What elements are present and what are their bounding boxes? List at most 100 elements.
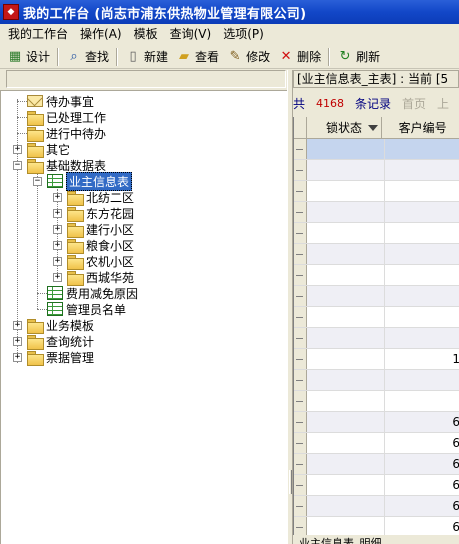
tree-item-ticket-mgmt[interactable]: 票据管理 — [27, 349, 94, 366]
cell-lock-status[interactable] — [307, 391, 385, 411]
find-button[interactable]: ⌕ 查找 — [62, 46, 113, 68]
cell-customer-id[interactable]: 6 — [385, 475, 459, 495]
detail-tab[interactable]: 业主信息表_明细 — [293, 535, 459, 544]
row-indicator[interactable] — [294, 391, 307, 411]
cell-customer-id[interactable]: 1 — [385, 349, 459, 369]
row-indicator[interactable] — [294, 496, 307, 516]
cell-customer-id[interactable] — [385, 202, 459, 222]
row-indicator[interactable] — [294, 307, 307, 327]
splitter-grip[interactable] — [289, 470, 292, 494]
tree-item-district[interactable]: 北纺二区 — [67, 189, 134, 206]
expand-toggle[interactable]: + — [53, 209, 62, 218]
edit-button[interactable]: ✎ 修改 — [223, 46, 274, 68]
table-row[interactable] — [294, 328, 459, 349]
row-indicator[interactable] — [294, 328, 307, 348]
cell-lock-status[interactable] — [307, 244, 385, 264]
dropdown-arrow-icon[interactable] — [368, 125, 379, 131]
cell-customer-id[interactable] — [385, 265, 459, 285]
cell-lock-status[interactable] — [307, 139, 385, 159]
table-row[interactable] — [294, 265, 459, 286]
tree-item-admin-list[interactable]: 管理员名单 — [47, 301, 126, 317]
row-indicator[interactable] — [294, 265, 307, 285]
cell-lock-status[interactable] — [307, 181, 385, 201]
tree-item-fee-reason[interactable]: 费用减免原因 — [47, 285, 138, 301]
prev-page-link[interactable]: 上 — [437, 95, 449, 112]
cell-lock-status[interactable] — [307, 349, 385, 369]
tree-item-district[interactable]: 西城华苑 — [67, 269, 134, 286]
cell-lock-status[interactable] — [307, 307, 385, 327]
tree-item-processed[interactable]: 已处理工作 — [27, 109, 106, 126]
table-row[interactable] — [294, 181, 459, 202]
cell-customer-id[interactable] — [385, 160, 459, 180]
first-page-link[interactable]: 首页 — [402, 95, 426, 112]
cell-customer-id[interactable] — [385, 286, 459, 306]
column-header-customer-id[interactable]: 客户编号 — [382, 117, 459, 139]
cell-lock-status[interactable] — [307, 433, 385, 453]
cell-customer-id[interactable] — [385, 307, 459, 327]
table-row[interactable]: 6 — [294, 433, 459, 454]
tree-item-in-progress[interactable]: 进行中待办 — [27, 125, 106, 142]
table-row[interactable]: 6 — [294, 412, 459, 433]
cell-customer-id[interactable]: 6 — [385, 517, 459, 535]
cell-lock-status[interactable] — [307, 412, 385, 432]
expand-toggle[interactable]: + — [53, 241, 62, 250]
expand-toggle[interactable]: + — [13, 353, 22, 362]
row-indicator[interactable] — [294, 454, 307, 474]
table-row[interactable] — [294, 286, 459, 307]
tree-item-district[interactable]: 粮食小区 — [67, 237, 134, 254]
row-indicator[interactable] — [294, 181, 307, 201]
cell-lock-status[interactable] — [307, 496, 385, 516]
cell-customer-id[interactable] — [385, 181, 459, 201]
row-indicator[interactable] — [294, 202, 307, 222]
expand-toggle[interactable]: + — [53, 193, 62, 202]
tree-item-business-template[interactable]: 业务模板 — [27, 317, 94, 334]
table-row[interactable]: 1 — [294, 349, 459, 370]
table-row[interactable] — [294, 202, 459, 223]
view-button[interactable]: ▰ 查看 — [172, 46, 223, 68]
cell-customer-id[interactable]: 6 — [385, 433, 459, 453]
cell-customer-id[interactable] — [385, 391, 459, 411]
row-indicator[interactable] — [294, 223, 307, 243]
refresh-button[interactable]: ↻ 刷新 — [333, 46, 384, 68]
row-indicator[interactable] — [294, 475, 307, 495]
table-row[interactable]: 6 — [294, 454, 459, 475]
row-indicator[interactable] — [294, 349, 307, 369]
table-row[interactable]: 6 — [294, 475, 459, 496]
table-row[interactable] — [294, 244, 459, 265]
row-indicator[interactable] — [294, 412, 307, 432]
table-row[interactable] — [294, 370, 459, 391]
cell-customer-id[interactable]: 6 — [385, 454, 459, 474]
cell-customer-id[interactable] — [385, 328, 459, 348]
row-indicator[interactable] — [294, 160, 307, 180]
cell-lock-status[interactable] — [307, 517, 385, 535]
expand-toggle[interactable]: + — [13, 337, 22, 346]
menu-template[interactable]: 模板 — [128, 25, 164, 44]
data-grid[interactable]: 锁状态 客户编号 16666666 — [293, 117, 459, 535]
menu-options[interactable]: 选项(P) — [217, 25, 270, 44]
expand-toggle[interactable]: + — [13, 145, 22, 154]
cell-customer-id[interactable] — [385, 139, 459, 159]
tree-item-todo[interactable]: 待办事宜 — [27, 93, 94, 109]
navigation-tree[interactable]: 待办事宜 已处理工作 进行中待办 + 其它 − 基础数据表 − 业主信息表 + … — [0, 90, 287, 544]
delete-button[interactable]: ✕ 删除 — [274, 46, 325, 68]
row-indicator[interactable] — [294, 433, 307, 453]
design-button[interactable]: ▦ 设计 — [3, 46, 54, 68]
expand-toggle[interactable]: + — [53, 257, 62, 266]
cell-customer-id[interactable] — [385, 244, 459, 264]
tree-item-district[interactable]: 东方花园 — [67, 205, 134, 222]
cell-lock-status[interactable] — [307, 160, 385, 180]
tree-item-district[interactable]: 农机小区 — [67, 253, 134, 270]
cell-lock-status[interactable] — [307, 202, 385, 222]
tree-item-query-stats[interactable]: 查询统计 — [27, 333, 94, 350]
cell-customer-id[interactable]: 6 — [385, 496, 459, 516]
row-indicator[interactable] — [294, 286, 307, 306]
cell-lock-status[interactable] — [307, 265, 385, 285]
row-indicator[interactable] — [294, 517, 307, 535]
table-row[interactable]: 6 — [294, 496, 459, 517]
table-row[interactable] — [294, 307, 459, 328]
table-row[interactable] — [294, 139, 459, 160]
menu-operation[interactable]: 操作(A) — [74, 25, 128, 44]
table-row[interactable] — [294, 391, 459, 412]
new-button[interactable]: ▯ 新建 — [121, 46, 172, 68]
cell-customer-id[interactable] — [385, 223, 459, 243]
